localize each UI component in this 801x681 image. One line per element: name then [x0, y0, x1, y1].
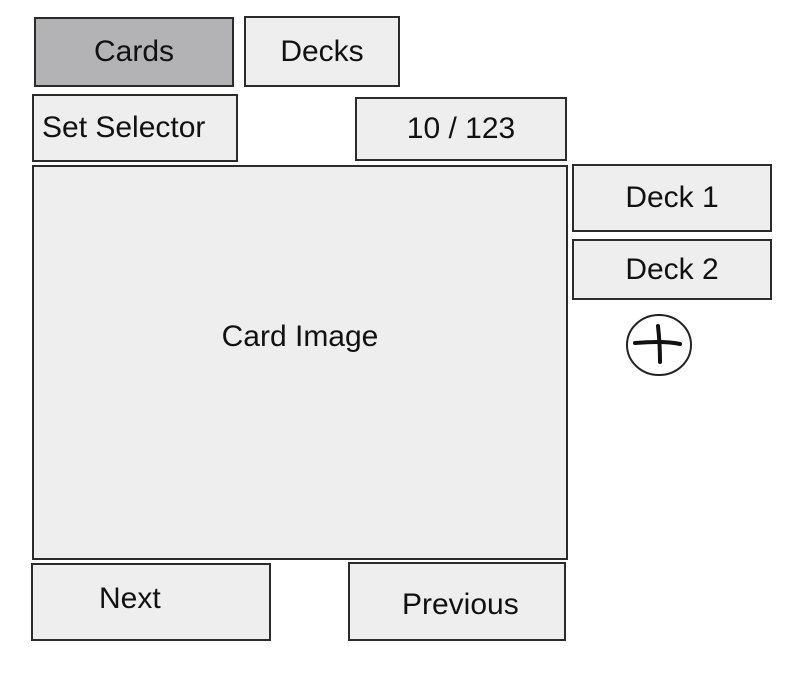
tab-decks-label: Decks: [280, 34, 364, 68]
set-selector-button[interactable]: Set Selector: [32, 94, 238, 162]
deck-list-item-1[interactable]: Deck 1: [572, 164, 772, 232]
tab-cards[interactable]: Cards: [34, 17, 234, 87]
page-counter-text: 10 / 123: [406, 112, 516, 145]
add-deck-button[interactable]: [625, 313, 693, 377]
next-label: Next: [99, 582, 161, 615]
next-button[interactable]: Next: [31, 563, 271, 641]
deck-label: Deck 2: [625, 252, 719, 286]
page-counter: 10 / 123: [355, 97, 567, 161]
set-selector-label: Set Selector: [42, 111, 206, 144]
plus-circle-icon: [626, 314, 692, 376]
previous-button[interactable]: Previous: [348, 562, 566, 641]
deck-list-item-2[interactable]: Deck 2: [572, 239, 772, 300]
deck-label: Deck 1: [625, 181, 719, 214]
tab-cards-label: Cards: [93, 35, 175, 68]
card-image: Card Image: [32, 165, 568, 560]
previous-label: Previous: [402, 587, 519, 621]
tab-decks[interactable]: Decks: [244, 16, 400, 87]
card-image-placeholder: Card Image: [221, 319, 379, 353]
